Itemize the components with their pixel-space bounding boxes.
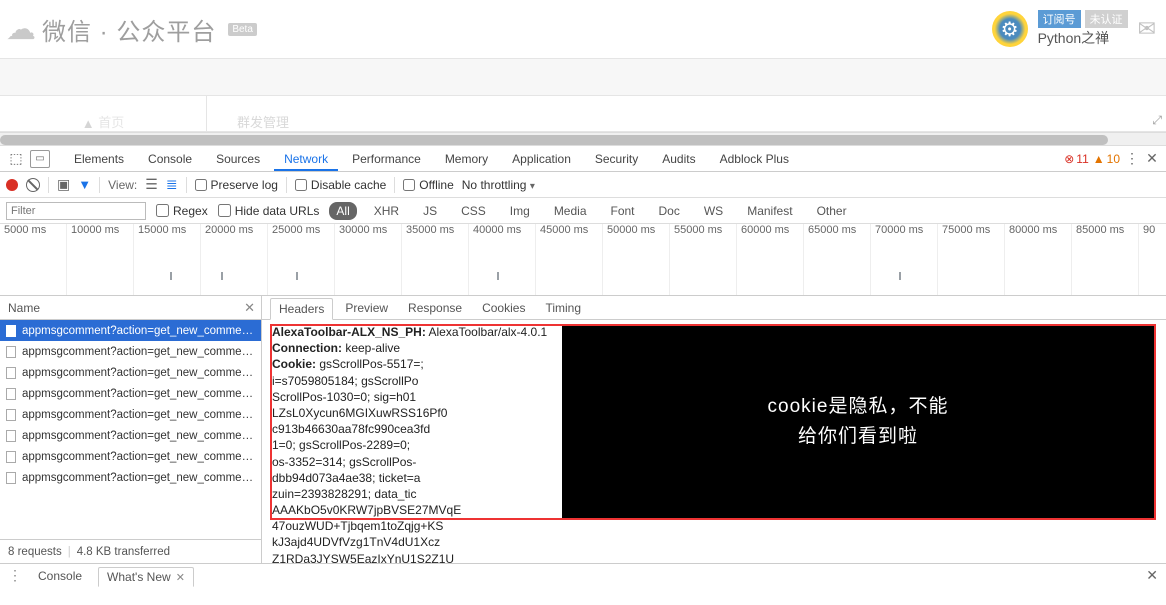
error-count[interactable]: ⊗ 11 <box>1064 152 1089 166</box>
drawer-tab-console[interactable]: Console <box>30 567 90 585</box>
filter-type-css[interactable]: CSS <box>454 202 493 220</box>
device-toggle-icon[interactable]: ▭ <box>30 150 50 168</box>
wechat-logo: ☁ 微信 · 公众平台 Beta <box>0 12 257 47</box>
request-row[interactable]: appmsgcomment?action=get_new_comme… <box>0 341 261 362</box>
request-list[interactable]: appmsgcomment?action=get_new_comme…appms… <box>0 320 261 539</box>
network-body: Name ✕ appmsgcomment?action=get_new_comm… <box>0 296 1166 563</box>
devtools-drawer: ⋮ Console What's New ✕ ✕ <box>0 563 1166 587</box>
tab-adblock[interactable]: Adblock Plus <box>710 147 799 171</box>
file-icon <box>6 430 16 442</box>
request-row[interactable]: appmsgcomment?action=get_new_comme… <box>0 404 261 425</box>
screenshot-icon[interactable]: ▣ <box>57 176 70 193</box>
filter-type-doc[interactable]: Doc <box>652 202 687 220</box>
filter-type-ws[interactable]: WS <box>697 202 730 220</box>
drawer-menu-icon[interactable]: ⋮ <box>8 567 22 584</box>
beta-badge: Beta <box>228 23 257 36</box>
inspect-icon[interactable]: ⬚ <box>6 150 26 168</box>
tab-application[interactable]: Application <box>502 147 581 171</box>
request-row[interactable]: appmsgcomment?action=get_new_comme… <box>0 320 261 341</box>
request-row[interactable]: appmsgcomment?action=get_new_comme… <box>0 383 261 404</box>
request-list-column: Name ✕ appmsgcomment?action=get_new_comm… <box>0 296 262 563</box>
tab-performance[interactable]: Performance <box>342 147 431 171</box>
tab-sources[interactable]: Sources <box>206 147 270 171</box>
file-icon <box>6 325 16 337</box>
tab-audits[interactable]: Audits <box>652 147 705 171</box>
record-button[interactable] <box>6 179 18 191</box>
devtools-menu-icon[interactable]: ⋮ <box>1124 150 1140 167</box>
devtools-close-icon[interactable]: ✕ <box>1144 150 1160 167</box>
preserve-log-checkbox[interactable]: Preserve log <box>195 178 278 192</box>
hide-dataurls-checkbox[interactable]: Hide data URLs <box>218 204 320 218</box>
request-row[interactable]: appmsgcomment?action=get_new_comme… <box>0 362 261 383</box>
filter-type-manifest[interactable]: Manifest <box>740 202 799 220</box>
file-icon <box>6 451 16 463</box>
detail-tab-timing[interactable]: Timing <box>537 298 589 318</box>
wechat-banner: ☁ 微信 · 公众平台 Beta ⚙ 订阅号 未认证 Python之禅 ✉ <box>0 0 1166 58</box>
tab-security[interactable]: Security <box>585 147 648 171</box>
file-icon <box>6 367 16 379</box>
throttling-select[interactable]: No throttling ▾ <box>462 178 535 192</box>
detail-tab-preview[interactable]: Preview <box>337 298 396 318</box>
tag-subscribe: 订阅号 <box>1038 10 1081 28</box>
popout-icon[interactable]: ⤢ <box>1152 113 1162 128</box>
filter-input[interactable] <box>6 202 146 220</box>
account-avatar[interactable]: ⚙ <box>992 11 1028 47</box>
request-detail-column: Headers Preview Response Cookies Timing … <box>262 296 1166 563</box>
disable-cache-checkbox[interactable]: Disable cache <box>295 178 386 192</box>
close-request-panel-icon[interactable]: ✕ <box>244 300 255 316</box>
annotation-overlay: cookie是隐私，不能 给你们看到啦 <box>562 326 1154 518</box>
regex-checkbox[interactable]: Regex <box>156 204 208 218</box>
request-row[interactable]: appmsgcomment?action=get_new_comme… <box>0 446 261 467</box>
file-icon <box>6 346 16 358</box>
drawer-tab-whatsnew[interactable]: What's New ✕ <box>98 567 194 587</box>
filter-type-media[interactable]: Media <box>547 202 594 220</box>
mail-icon[interactable]: ✉ <box>1138 16 1156 42</box>
network-timeline[interactable]: 5000 ms10000 ms15000 ms20000 ms25000 ms3… <box>0 224 1166 296</box>
tab-network[interactable]: Network <box>274 147 338 171</box>
view-waterfall-icon[interactable]: ≣ <box>166 176 178 193</box>
scrollbar-thumb[interactable] <box>0 135 1108 145</box>
filter-bar: Regex Hide data URLs All XHR JS CSS Img … <box>0 198 1166 224</box>
drawer-close-icon[interactable]: ✕ <box>1146 567 1158 584</box>
file-icon <box>6 409 16 421</box>
network-toolbar: ▣ ▼ View: ☰ ≣ Preserve log Disable cache… <box>0 172 1166 198</box>
page-horizontal-scrollbar[interactable]: ⤢ <box>0 132 1166 146</box>
file-icon <box>6 388 16 400</box>
devtools-tabbar: ⬚ ▭ Elements Console Sources Network Per… <box>0 146 1166 172</box>
tag-unverified: 未认证 <box>1085 10 1128 28</box>
mid-right-hint: 群发管理 <box>207 96 1166 131</box>
tab-elements[interactable]: Elements <box>64 147 134 171</box>
warning-count[interactable]: ▲ 10 <box>1093 152 1120 166</box>
view-label: View: <box>108 178 137 192</box>
view-large-icon[interactable]: ☰ <box>145 176 158 193</box>
offline-checkbox[interactable]: Offline <box>403 178 453 192</box>
detail-tab-headers[interactable]: Headers <box>270 298 333 320</box>
clear-button[interactable] <box>26 178 40 192</box>
platform-title: 微信 · 公众平台 <box>42 12 216 47</box>
account-name[interactable]: Python之禅 <box>1038 28 1128 48</box>
detail-tab-response[interactable]: Response <box>400 298 470 318</box>
request-row[interactable]: appmsgcomment?action=get_new_comme… <box>0 425 261 446</box>
tab-console[interactable]: Console <box>138 147 202 171</box>
filter-toggle-icon[interactable]: ▼ <box>78 177 91 192</box>
filter-type-js[interactable]: JS <box>416 202 444 220</box>
filter-type-xhr[interactable]: XHR <box>367 202 406 220</box>
wechat-icon: ☁ <box>6 12 36 47</box>
filter-type-img[interactable]: Img <box>503 202 537 220</box>
request-row[interactable]: appmsgcomment?action=get_new_comme… <box>0 467 261 488</box>
mid-split: ▲ 首页 群发管理 <box>0 96 1166 132</box>
request-footer: 8 requests|4.8 KB transferred <box>0 539 261 563</box>
drawer-tab-close-icon[interactable]: ✕ <box>173 572 185 584</box>
file-icon <box>6 472 16 484</box>
filter-type-other[interactable]: Other <box>810 202 854 220</box>
page-band <box>0 58 1166 96</box>
request-list-header: Name ✕ <box>0 296 261 320</box>
tab-memory[interactable]: Memory <box>435 147 498 171</box>
filter-type-font[interactable]: Font <box>604 202 642 220</box>
mid-left-hint: ▲ 首页 <box>0 96 207 131</box>
detail-tab-cookies[interactable]: Cookies <box>474 298 533 318</box>
filter-type-all[interactable]: All <box>329 202 356 220</box>
